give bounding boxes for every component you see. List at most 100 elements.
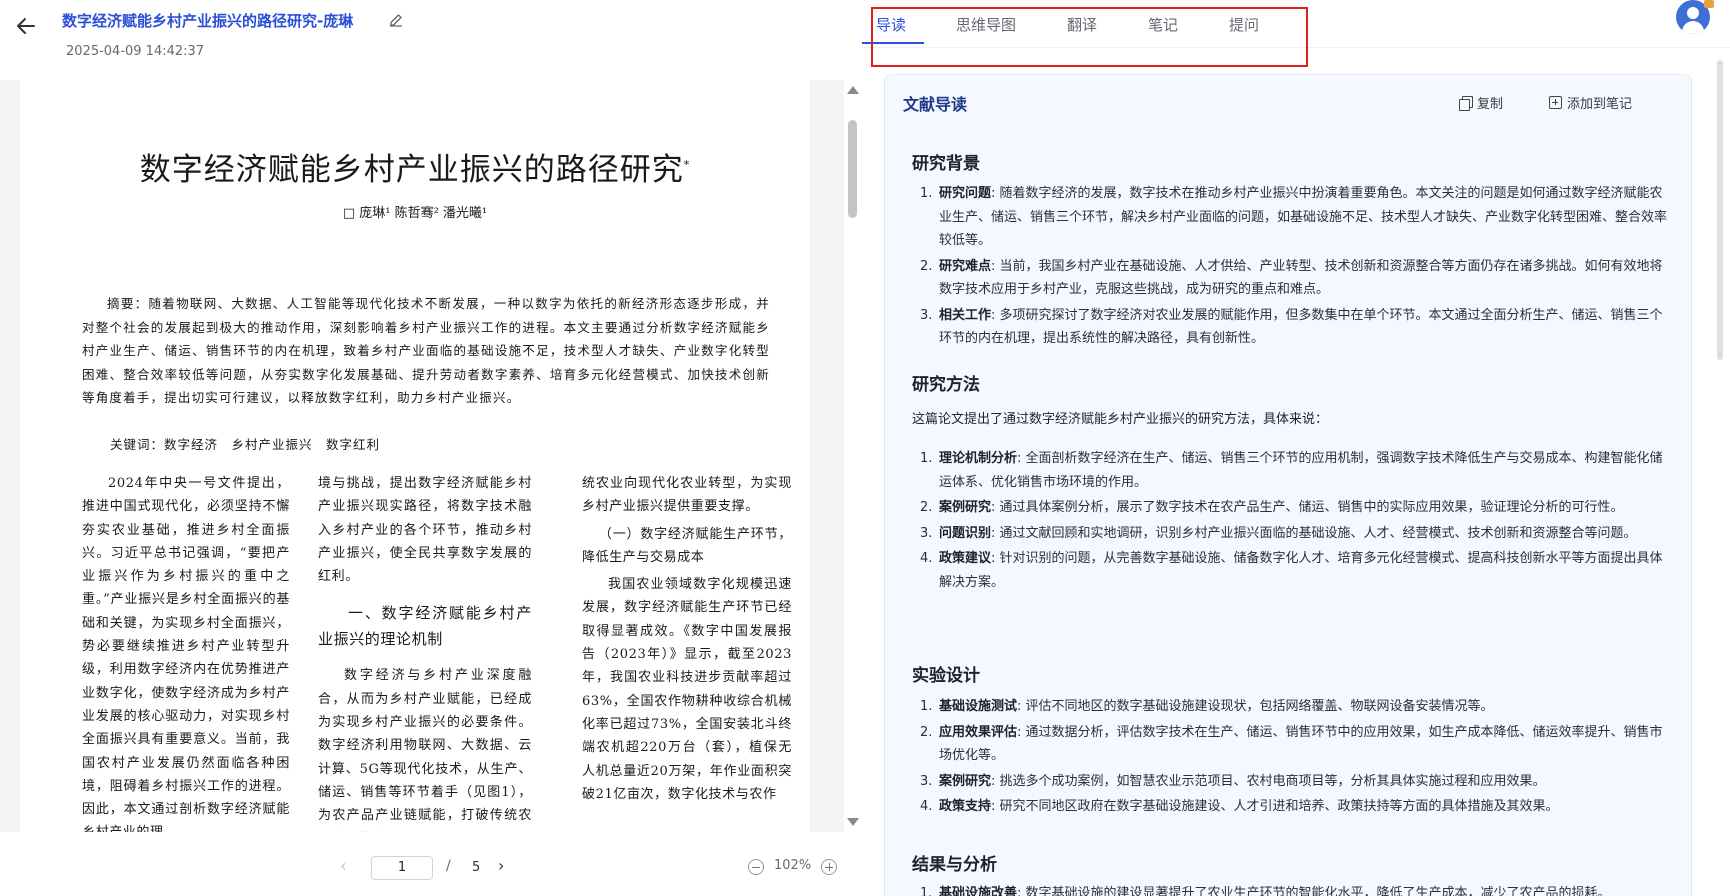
list-item-label: 案例研究 <box>939 500 992 515</box>
document-panel: 数字经济赋能乡村产业振兴的路径研究-庞琳 2025-04-09 14:42:37… <box>0 0 862 896</box>
list-item: 1. 理论机制分析: 全面剖析数字经济在生产、储运、销售三个环节的应用机制，强调数… <box>912 447 1672 494</box>
assistant-panel: 导读 思维导图 翻译 笔记 提问 文献导读 复制 添加到笔记 研究背景 1. 研… <box>862 0 1730 896</box>
paper-column-2-para-2: 数字经济与乡村产业深度融合，从而为乡村产业赋能，已经成为实现乡村产业振兴的必要条… <box>318 668 532 832</box>
list-item: 3. 相关工作: 多项研究探讨了数字经济对农业发展的赋能作用，但多数集中在单个环节… <box>912 304 1672 351</box>
edit-pencil-icon[interactable] <box>388 12 404 28</box>
list-item-text: : 通过数据分析，评估数字技术在生产、储运、销售环节中的应用效果，如生产成本降低… <box>939 724 1663 764</box>
list-item-label: 问题识别 <box>939 525 992 541</box>
list-item: 1. 基础设施测试: 评估不同地区的数字基础设施建设现状，包括网络覆盖、物联网设备… <box>912 695 1672 719</box>
list-item-number: 3. <box>920 773 933 789</box>
paper-abstract: 摘要：随着物联网、大数据、人工智能等现代化技术不断发展，一种以数字为依托的新经济… <box>82 296 770 405</box>
list-item-text: : 多项研究探讨了数字经济对农业发展的赋能作用，但多数集中在单个环节。本文通过全… <box>939 307 1663 347</box>
section-item-list: 1. 基础设施改善: 数字基础设施的建设显著提升了农业生产环节的智能化水平，降低了… <box>912 882 1672 896</box>
list-item-text: : 通过文献回顾和实地调研，识别乡村产业振兴面临的基础设施、人才、经营模式、技术… <box>991 525 1637 541</box>
list-item: 4. 政策建议: 针对识别的问题，从完善数字基础设施、储备数字化人才、培育多元化经… <box>912 547 1672 594</box>
list-item-text: : 针对识别的问题，从完善数字基础设施、储备数字化人才、培育多元化经营模式、提高… <box>939 551 1663 590</box>
page-separator: / <box>446 858 451 874</box>
section-intro: 这篇论文提出了通过数字经济赋能乡村产业振兴的研究方法，具体来说： <box>912 412 1329 427</box>
list-item-label: 案例研究 <box>939 773 992 789</box>
list-item: 2. 案例研究: 通过具体案例分析，展示了数字技术在农产品生产、储运、销售中的实际… <box>912 496 1672 520</box>
list-item-text: : 当前，我国乡村产业在基础设施、人才供给、产业转型、技术创新和资源整合等方面仍… <box>939 258 1663 298</box>
back-arrow-icon[interactable] <box>14 14 38 38</box>
document-timestamp: 2025-04-09 14:42:37 <box>66 44 205 59</box>
scroll-down-arrow-icon[interactable] <box>847 818 859 826</box>
tab-guide[interactable]: 导读 <box>876 14 906 35</box>
list-item-text: : 通过具体案例分析，展示了数字技术在农产品生产、储运、销售中的实际应用效果，验… <box>991 500 1624 515</box>
next-page-button[interactable]: › <box>498 856 504 875</box>
pdf-scrollbar[interactable] <box>844 80 862 832</box>
guide-scrollbar[interactable] <box>1715 48 1727 896</box>
list-item-text: : 随着数字经济的发展，数字技术在推动乡村产业振兴中扮演着重要角色。本文关注的问… <box>939 186 1668 248</box>
list-item-number: 4. <box>920 551 933 566</box>
list-item: 4. 政策支持: 研究不同地区政府在数字基础设施建设、人才引进和培养、政策扶持等方… <box>912 795 1672 819</box>
list-item-label: 基础设施测试 <box>939 699 1018 714</box>
paper-title: 数字经济赋能乡村产业振兴的路径研究* <box>20 144 810 189</box>
paper-title-footnote-mark: * <box>683 158 691 172</box>
paper-subsection-heading: （一）数字经济赋能生产环节，降低生产与交易成本 <box>582 526 792 565</box>
tab-bar: 导读 思维导图 翻译 笔记 提问 <box>862 0 1730 48</box>
guide-card-title: 文献导读 <box>903 95 968 114</box>
tab-mindmap[interactable]: 思维导图 <box>956 14 1016 35</box>
list-item-label: 相关工作 <box>939 307 992 323</box>
pdf-page: 数字经济赋能乡村产业振兴的路径研究* □ 庞琳¹ 陈哲骞² 潘光曦¹ 摘要：随着… <box>20 80 810 832</box>
list-item-label: 政策支持 <box>939 799 992 814</box>
zoom-level: 102% <box>774 858 812 873</box>
list-item: 3. 问题识别: 通过文献回顾和实地调研，识别乡村产业振兴面临的基础设施、人才、经… <box>912 522 1672 546</box>
list-item-number: 1. <box>920 186 933 201</box>
paper-column-3: 统农业向现代化农业转型，为实现乡村产业振兴提供重要支撑。 （一）数字经济赋能生产… <box>582 472 792 806</box>
section-title: 研究方法 <box>912 375 980 395</box>
page-total: 5 <box>472 860 481 875</box>
list-item-text: : 全面剖析数字经济在生产、储运、销售三个环节的应用机制，强调数字技术降低生产与… <box>939 451 1663 490</box>
list-item-text: : 研究不同地区政府在数字基础设施建设、人才引进和培养、政策扶持等方面的具体措施… <box>991 799 1559 814</box>
avatar-badge-icon <box>1704 0 1714 8</box>
prev-page-button[interactable]: ‹ <box>340 856 346 875</box>
section-title: 实验设计 <box>912 666 980 686</box>
guide-card: 文献导读 复制 添加到笔记 研究背景 1. 研究问题: 随着数字经济的发展，数字技… <box>884 74 1692 896</box>
active-tab-indicator <box>862 42 924 44</box>
list-item-number: 2. <box>920 500 933 515</box>
add-to-notes-button[interactable]: 添加到笔记 <box>1549 93 1632 112</box>
add-square-icon <box>1549 96 1562 109</box>
list-item-text: : 数字基础设施的建设显著提升了农业生产环节的智能化水平，降低了生产成本，减少了… <box>1017 886 1611 896</box>
scroll-up-arrow-icon[interactable] <box>847 86 859 94</box>
list-item-label: 基础设施改善 <box>939 886 1018 896</box>
document-title: 数字经济赋能乡村产业振兴的路径研究-庞琳 <box>62 12 354 30</box>
list-item-label: 政策建议 <box>939 551 992 566</box>
list-item: 3. 案例研究: 挑选多个成功案例，如智慧农业示范项目、农村电商项目等，分析其具体… <box>912 770 1672 794</box>
list-item-number: 1. <box>920 886 933 896</box>
list-item: 1. 基础设施改善: 数字基础设施的建设显著提升了农业生产环节的智能化水平，降低了… <box>912 882 1672 896</box>
list-item-number: 3. <box>920 307 933 323</box>
list-item-text: : 挑选多个成功案例，如智慧农业示范项目、农村电商项目等，分析其具体实施过程和应… <box>991 773 1546 789</box>
list-item-number: 2. <box>920 724 933 740</box>
copy-button[interactable]: 复制 <box>1459 93 1503 112</box>
zoom-in-icon[interactable] <box>821 859 837 875</box>
zoom-out-icon[interactable] <box>748 859 764 875</box>
paper-column-2-para-1: 境与挑战，提出数字经济赋能乡村产业振兴现实路径，将数字技术融入乡村产业的各个环节… <box>318 476 532 585</box>
list-item: 2. 研究难点: 当前，我国乡村产业在基础设施、人才供给、产业转型、技术创新和资源… <box>912 255 1672 302</box>
paper-column-3-para-1: 统农业向现代化农业转型，为实现乡村产业振兴提供重要支撑。 <box>582 476 792 515</box>
document-header: 数字经济赋能乡村产业振兴的路径研究-庞琳 2025-04-09 14:42:37 <box>0 0 862 80</box>
copy-icon <box>1459 96 1473 111</box>
app-window: 数字经济赋能乡村产业振兴的路径研究-庞琳 2025-04-09 14:42:37… <box>0 0 1730 896</box>
page-number-input[interactable]: 1 <box>371 856 433 880</box>
tab-ask[interactable]: 提问 <box>1229 14 1259 35</box>
section-item-list: 1. 基础设施测试: 评估不同地区的数字基础设施建设现状，包括网络覆盖、物联网设备… <box>912 695 1672 821</box>
tab-translate[interactable]: 翻译 <box>1067 14 1097 35</box>
list-item: 2. 应用效果评估: 通过数据分析，评估数字技术在生产、储运、销售环节中的应用效果… <box>912 721 1672 768</box>
copy-button-label: 复制 <box>1477 97 1504 112</box>
pdf-viewer[interactable]: 数字经济赋能乡村产业振兴的路径研究* □ 庞琳¹ 陈哲骞² 潘光曦¹ 摘要：随着… <box>0 80 846 832</box>
list-item-label: 应用效果评估 <box>939 724 1018 740</box>
section-item-list: 1. 研究问题: 随着数字经济的发展，数字技术在推动乡村产业振兴中扮演着重要角色。… <box>912 182 1672 353</box>
list-item-number: 1. <box>920 699 933 714</box>
list-item-label: 研究难点 <box>939 258 992 274</box>
list-item-label: 研究问题 <box>939 186 992 201</box>
paper-column-2: 境与挑战，提出数字经济赋能乡村产业振兴现实路径，将数字技术融入乡村产业的各个环节… <box>318 472 532 832</box>
list-item-number: 3. <box>920 525 933 541</box>
guide-scrollbar-thumb[interactable] <box>1717 60 1723 360</box>
paper-title-text: 数字经济赋能乡村产业振兴的路径研究 <box>139 152 684 188</box>
list-item-number: 4. <box>920 799 933 814</box>
pdf-scrollbar-thumb[interactable] <box>848 120 857 218</box>
tab-notes[interactable]: 笔记 <box>1148 14 1178 35</box>
paper-column-3-para-2: 我国农业领域数字化规模迅速发展，数字经济赋能生产环节已经取得显著成效。《数字中国… <box>582 577 792 802</box>
list-item-text: : 评估不同地区的数字基础设施建设现状，包括网络覆盖、物联网设备安装情况等。 <box>1017 699 1494 714</box>
